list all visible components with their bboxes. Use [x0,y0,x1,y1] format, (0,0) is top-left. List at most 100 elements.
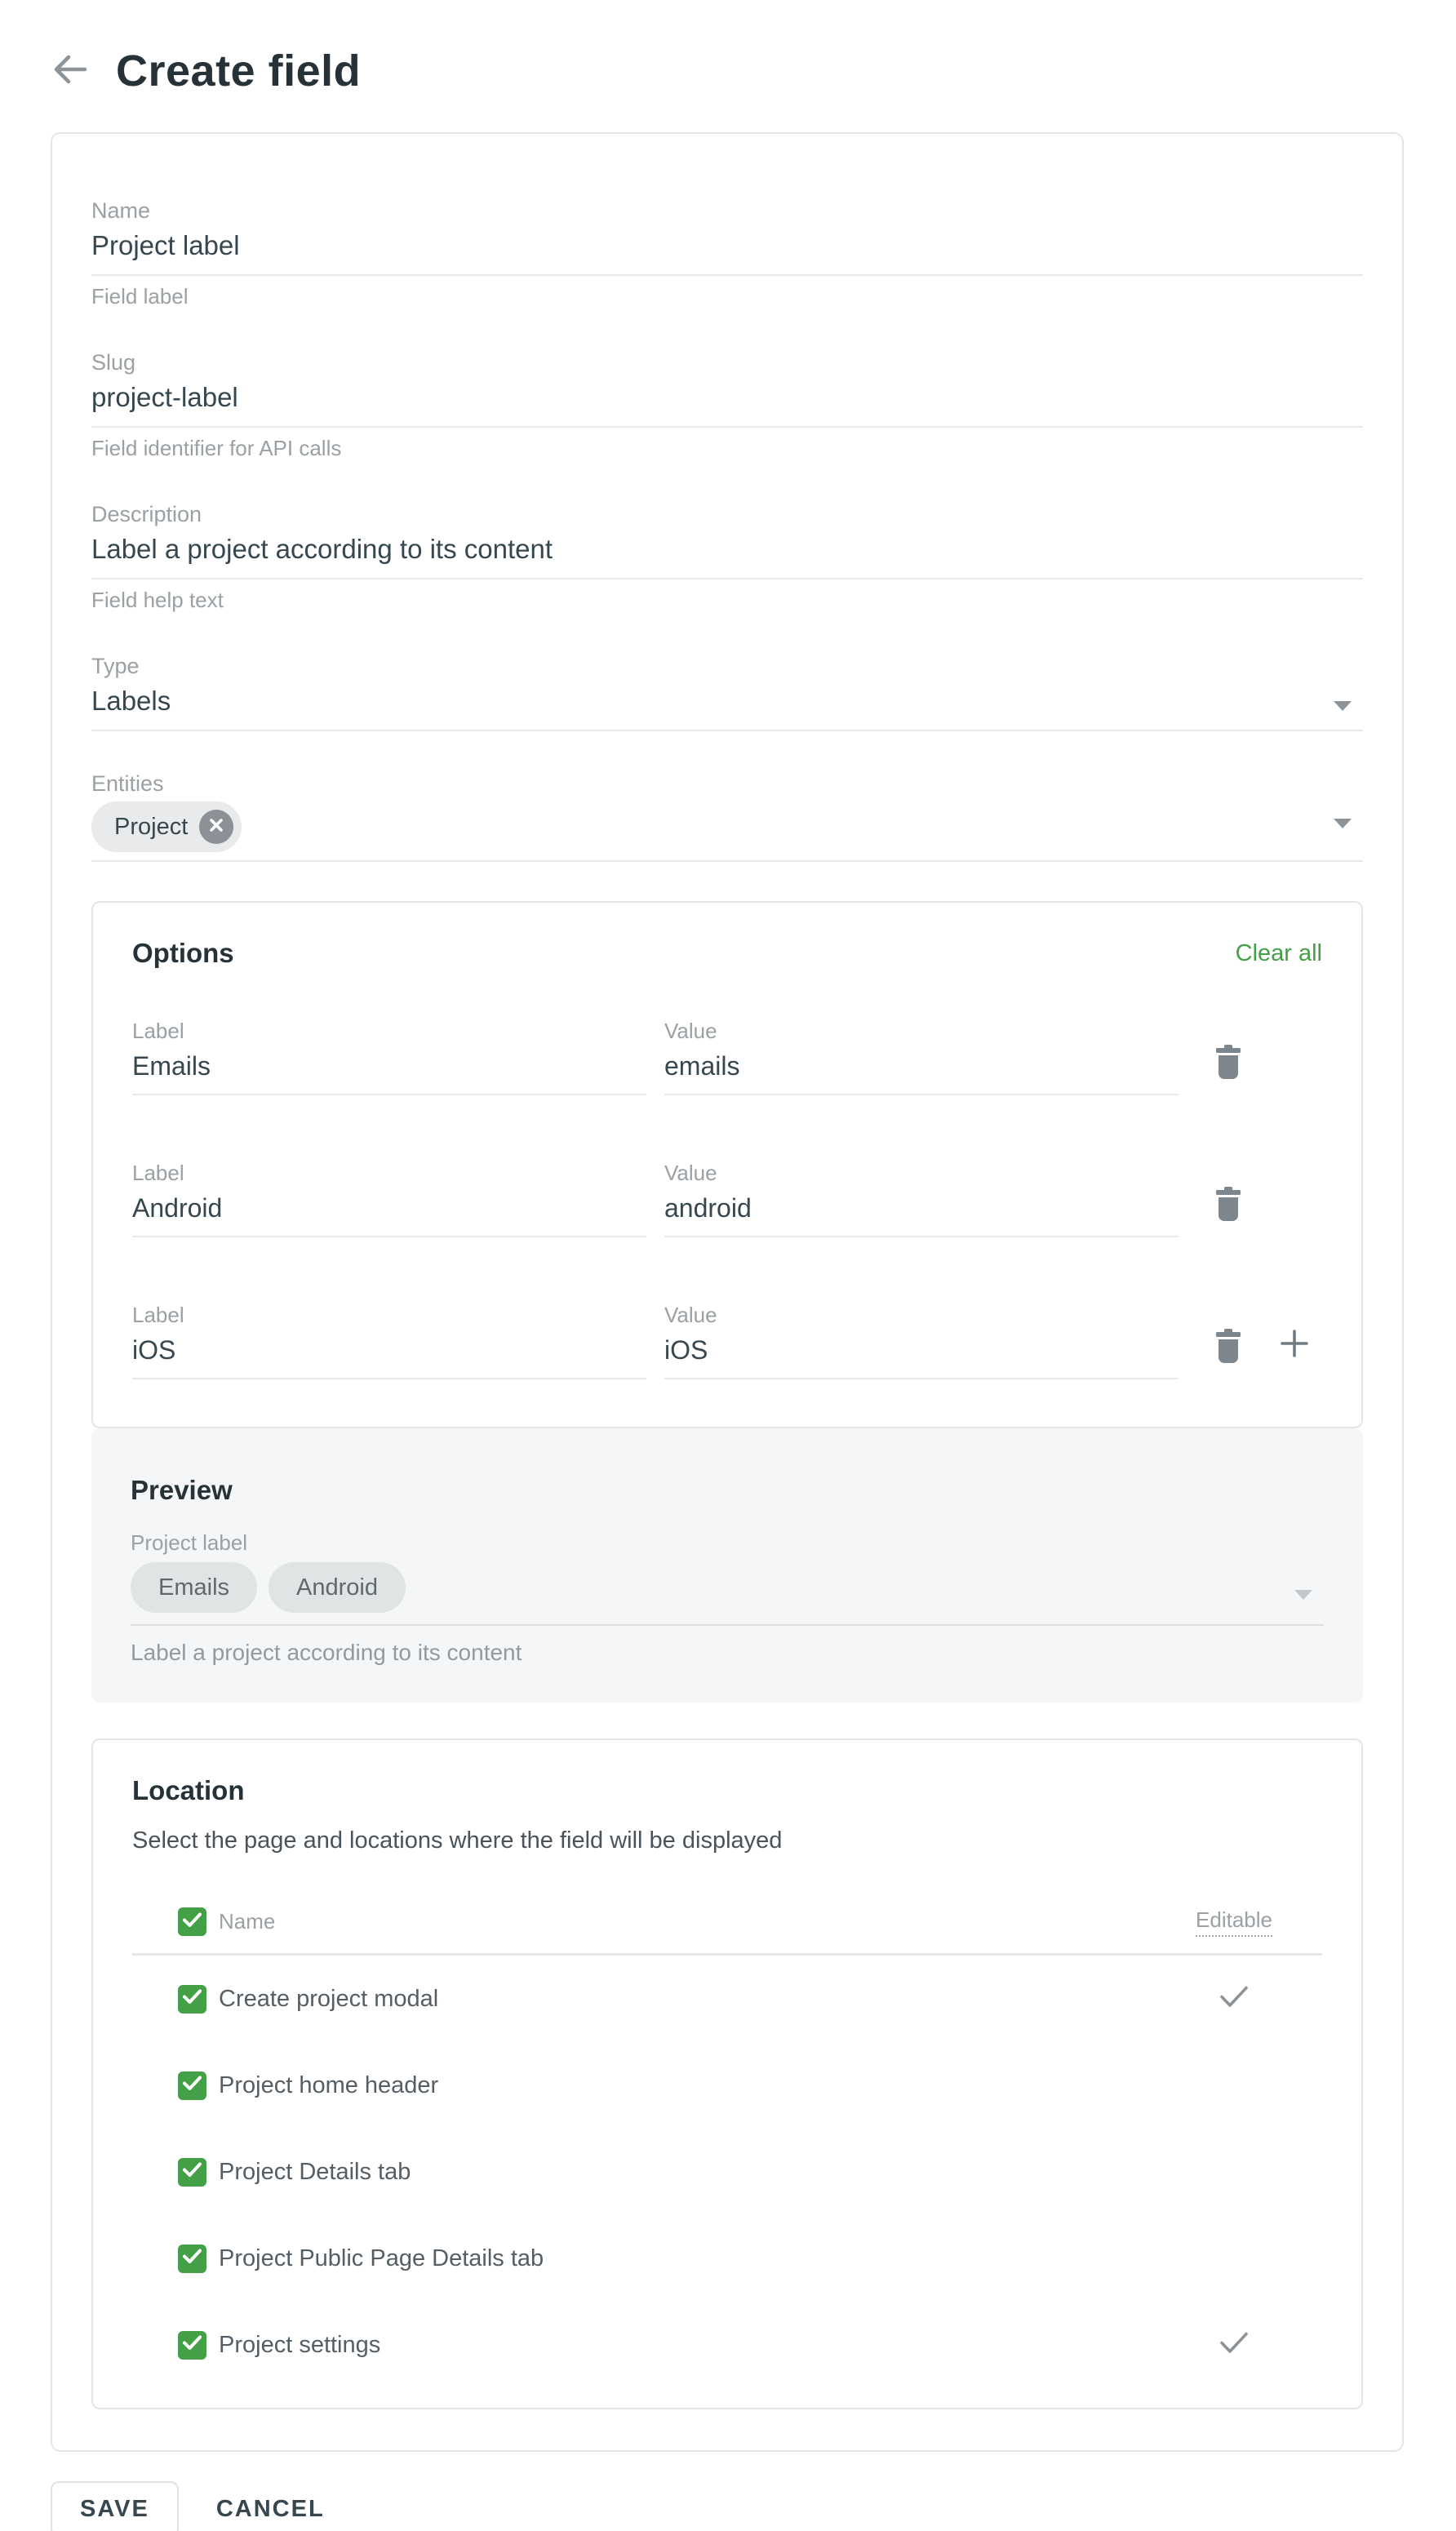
type-select[interactable]: Labels [91,679,1363,731]
form-actions: SAVE CANCEL [51,2481,1404,2531]
options-title: Options [132,937,234,970]
slug-field-label: Slug [91,349,1363,375]
slug-field-group: Slug project-label Field identifier for … [91,349,1363,460]
plus-icon [1280,1329,1309,1362]
option-value-caption: Value [664,1161,1179,1185]
back-button[interactable] [51,51,90,91]
location-table-header: Name Editable [132,1890,1322,1956]
option-value-caption: Value [664,1019,1179,1043]
option-label-caption: Label [132,1303,646,1327]
page-header: Create field [0,0,1456,96]
location-row-name: Project Details tab [219,2159,411,2185]
location-subtitle: Select the page and locations where the … [132,1827,1322,1854]
description-input[interactable]: Label a project according to its content [91,527,1363,579]
option-label-caption: Label [132,1019,646,1043]
entity-chip-project: Project [91,801,242,852]
preview-section: Preview Project label Emails Android Lab… [91,1428,1363,1703]
option-value-input[interactable]: emails [664,1043,1179,1095]
options-section: Options Clear all Label Emails Value ema… [91,901,1363,1428]
location-title: Location [132,1774,1322,1807]
preview-labels-select: Emails Android [131,1562,1324,1626]
save-button[interactable]: SAVE [51,2481,179,2531]
clear-all-link[interactable]: Clear all [1236,937,1322,970]
location-checkbox[interactable] [178,1985,206,2014]
option-label-input[interactable]: Emails [132,1043,646,1095]
preview-chip: Android [269,1562,406,1613]
editable-check-icon [1220,1986,1248,2012]
select-all-checkbox[interactable] [178,1907,206,1936]
location-checkbox[interactable] [178,2331,206,2360]
location-row: Project Details tab [132,2129,1322,2215]
preview-field-label: Project label [131,1530,1324,1556]
type-field-group: Type Labels [91,653,1363,731]
delete-option-button[interactable] [1216,1045,1241,1083]
trash-icon [1216,1329,1241,1367]
check-icon [183,2076,202,2095]
name-field-label: Name [91,198,1363,224]
location-row-name: Project Public Page Details tab [219,2245,544,2271]
column-header-editable: Editable [1196,1907,1272,1937]
option-label-input[interactable]: iOS [132,1327,646,1379]
location-row-name: Create project modal [219,1986,438,2012]
entities-field-label: Entities [91,770,1363,797]
option-value-input[interactable]: iOS [664,1327,1179,1379]
preview-helper-text: Label a project according to its content [131,1639,1324,1667]
check-icon [183,1989,202,2009]
create-field-form-card: Name Project label Field label Slug proj… [51,132,1404,2452]
preview-chip: Emails [131,1562,257,1613]
option-value-caption: Value [664,1303,1179,1327]
option-label-input[interactable]: Android [132,1185,646,1237]
option-row: Label iOS Value iOS [132,1303,1322,1379]
check-icon [183,2335,202,2355]
delete-option-button[interactable] [1216,1187,1241,1225]
remove-entity-button[interactable] [199,810,233,844]
trash-icon [1216,1187,1241,1225]
check-icon [183,1912,202,1932]
location-checkbox[interactable] [178,2158,206,2187]
chevron-down-icon [1334,701,1352,711]
delete-option-button[interactable] [1216,1329,1241,1367]
option-rows: Label Emails Value emails [132,1019,1322,1379]
trash-icon [1216,1045,1241,1083]
option-row: Label Emails Value emails [132,1019,1322,1095]
check-icon [183,2162,202,2182]
editable-check-icon [1220,2332,1248,2358]
page-title: Create field [116,46,361,96]
add-option-button[interactable] [1280,1329,1309,1362]
location-table: Name Editable Create project modal [132,1890,1322,2388]
type-field-label: Type [91,653,1363,679]
location-row-name: Project home header [219,2072,438,2098]
slug-input[interactable]: project-label [91,375,1363,428]
option-label-caption: Label [132,1161,646,1185]
name-field-group: Name Project label Field label [91,198,1363,309]
chevron-down-icon [1334,819,1352,828]
description-field-group: Description Label a project according to… [91,501,1363,612]
slug-field-helper: Field identifier for API calls [91,436,1363,460]
location-section: Location Select the page and locations w… [91,1738,1363,2409]
name-input[interactable]: Project label [91,224,1363,276]
location-row: Project settings [132,2302,1322,2388]
location-row-name: Project settings [219,2332,380,2358]
location-row: Project Public Page Details tab [132,2215,1322,2302]
column-header-name: Name [219,1909,275,1934]
close-icon [208,817,224,837]
cancel-button[interactable]: CANCEL [208,2481,333,2531]
chevron-down-icon [1294,1590,1312,1600]
option-value-input[interactable]: android [664,1185,1179,1237]
option-row: Label Android Value android [132,1161,1322,1237]
location-row: Create project modal [132,1956,1322,2042]
entity-chip-label: Project [114,814,188,841]
arrow-left-icon [52,54,88,89]
check-icon [183,2249,202,2268]
type-select-value: Labels [91,686,171,716]
name-field-helper: Field label [91,284,1363,309]
location-row: Project home header [132,2042,1322,2129]
location-checkbox[interactable] [178,2071,206,2100]
location-checkbox[interactable] [178,2245,206,2273]
description-field-helper: Field help text [91,588,1363,612]
preview-title: Preview [131,1474,1324,1507]
description-field-label: Description [91,501,1363,527]
create-field-page: Create field Name Project label Field la… [0,0,1456,2531]
entities-field-group: Entities Project [91,770,1363,862]
entities-select[interactable]: Project [91,797,1363,862]
